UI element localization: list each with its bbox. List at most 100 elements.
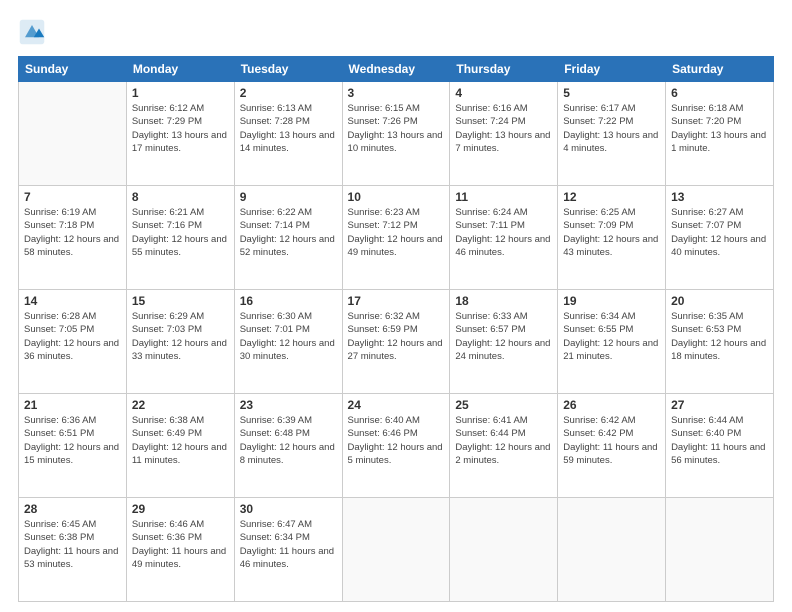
calendar-cell: 26 Sunrise: 6:42 AMSunset: 6:42 PMDayligh…: [558, 394, 666, 498]
calendar-table: SundayMondayTuesdayWednesdayThursdayFrid…: [18, 56, 774, 602]
calendar-cell: 3 Sunrise: 6:15 AMSunset: 7:26 PMDaylight…: [342, 82, 450, 186]
calendar-cell: 24 Sunrise: 6:40 AMSunset: 6:46 PMDayligh…: [342, 394, 450, 498]
calendar-cell: 20Sunrise: 6:35 AMSunset: 6:53 PMDayligh…: [666, 290, 774, 394]
calendar-cell: 13 Sunrise: 6:27 AMSunset: 7:07 PMDayligh…: [666, 186, 774, 290]
day-number: 9: [240, 190, 337, 204]
calendar-cell: [19, 82, 127, 186]
calendar-cell: 30Sunrise: 6:47 AMSunset: 6:34 PMDayligh…: [234, 498, 342, 602]
day-number: 8: [132, 190, 229, 204]
calendar-cell: 22 Sunrise: 6:38 AMSunset: 6:49 PMDayligh…: [126, 394, 234, 498]
day-header-monday: Monday: [126, 57, 234, 82]
day-info: Sunrise: 6:46 AMSunset: 6:36 PMDaylight:…: [132, 518, 229, 571]
week-row-1: 1 Sunrise: 6:12 AMSunset: 7:29 PMDaylight…: [19, 82, 774, 186]
calendar-cell: 18 Sunrise: 6:33 AMSunset: 6:57 PMDayligh…: [450, 290, 558, 394]
day-info: Sunrise: 6:41 AMSunset: 6:44 PMDaylight:…: [455, 414, 552, 467]
day-number: 5: [563, 86, 660, 100]
day-info: Sunrise: 6:25 AMSunset: 7:09 PMDaylight:…: [563, 206, 660, 259]
logo: [18, 18, 50, 46]
calendar-cell: 14Sunrise: 6:28 AMSunset: 7:05 PMDayligh…: [19, 290, 127, 394]
day-info: Sunrise: 6:45 AMSunset: 6:38 PMDaylight:…: [24, 518, 121, 571]
calendar-cell: 9 Sunrise: 6:22 AMSunset: 7:14 PMDaylight…: [234, 186, 342, 290]
day-info: Sunrise: 6:17 AMSunset: 7:22 PMDaylight:…: [563, 102, 660, 155]
day-number: 12: [563, 190, 660, 204]
calendar-cell: [666, 498, 774, 602]
day-number: 18: [455, 294, 552, 308]
calendar-cell: 28Sunrise: 6:45 AMSunset: 6:38 PMDayligh…: [19, 498, 127, 602]
header-row: SundayMondayTuesdayWednesdayThursdayFrid…: [19, 57, 774, 82]
calendar-cell: [558, 498, 666, 602]
day-info: Sunrise: 6:30 AMSunset: 7:01 PMDaylight:…: [240, 310, 337, 363]
day-info: Sunrise: 6:44 AMSunset: 6:40 PMDaylight:…: [671, 414, 768, 467]
day-number: 3: [348, 86, 445, 100]
header: [18, 18, 774, 46]
calendar-cell: 7 Sunrise: 6:19 AMSunset: 7:18 PMDaylight…: [19, 186, 127, 290]
day-number: 11: [455, 190, 552, 204]
day-header-thursday: Thursday: [450, 57, 558, 82]
calendar-cell: 2Sunrise: 6:13 AMSunset: 7:28 PMDaylight…: [234, 82, 342, 186]
calendar-cell: 27 Sunrise: 6:44 AMSunset: 6:40 PMDayligh…: [666, 394, 774, 498]
day-number: 27: [671, 398, 768, 412]
day-number: 10: [348, 190, 445, 204]
day-header-sunday: Sunday: [19, 57, 127, 82]
day-info: Sunrise: 6:36 AMSunset: 6:51 PMDaylight:…: [24, 414, 121, 467]
day-number: 19: [563, 294, 660, 308]
calendar-cell: 15Sunrise: 6:29 AMSunset: 7:03 PMDayligh…: [126, 290, 234, 394]
logo-icon: [18, 18, 46, 46]
day-info: Sunrise: 6:38 AMSunset: 6:49 PMDaylight:…: [132, 414, 229, 467]
day-number: 23: [240, 398, 337, 412]
day-info: Sunrise: 6:34 AMSunset: 6:55 PMDaylight:…: [563, 310, 660, 363]
day-number: 16: [240, 294, 337, 308]
day-header-wednesday: Wednesday: [342, 57, 450, 82]
day-number: 14: [24, 294, 121, 308]
day-number: 13: [671, 190, 768, 204]
day-number: 21: [24, 398, 121, 412]
day-number: 4: [455, 86, 552, 100]
calendar-cell: 29Sunrise: 6:46 AMSunset: 6:36 PMDayligh…: [126, 498, 234, 602]
day-info: Sunrise: 6:22 AMSunset: 7:14 PMDaylight:…: [240, 206, 337, 259]
day-info: Sunrise: 6:33 AMSunset: 6:57 PMDaylight:…: [455, 310, 552, 363]
calendar-cell: 21 Sunrise: 6:36 AMSunset: 6:51 PMDayligh…: [19, 394, 127, 498]
calendar-cell: [342, 498, 450, 602]
day-info: Sunrise: 6:19 AMSunset: 7:18 PMDaylight:…: [24, 206, 121, 259]
day-number: 22: [132, 398, 229, 412]
calendar-cell: 8 Sunrise: 6:21 AMSunset: 7:16 PMDaylight…: [126, 186, 234, 290]
calendar-cell: 12 Sunrise: 6:25 AMSunset: 7:09 PMDayligh…: [558, 186, 666, 290]
day-header-tuesday: Tuesday: [234, 57, 342, 82]
week-row-4: 21 Sunrise: 6:36 AMSunset: 6:51 PMDayligh…: [19, 394, 774, 498]
day-info: Sunrise: 6:42 AMSunset: 6:42 PMDaylight:…: [563, 414, 660, 467]
day-info: Sunrise: 6:32 AMSunset: 6:59 PMDaylight:…: [348, 310, 445, 363]
calendar-cell: [450, 498, 558, 602]
day-info: Sunrise: 6:21 AMSunset: 7:16 PMDaylight:…: [132, 206, 229, 259]
calendar-cell: 10 Sunrise: 6:23 AMSunset: 7:12 PMDayligh…: [342, 186, 450, 290]
calendar-cell: 23 Sunrise: 6:39 AMSunset: 6:48 PMDayligh…: [234, 394, 342, 498]
day-info: Sunrise: 6:23 AMSunset: 7:12 PMDaylight:…: [348, 206, 445, 259]
calendar-cell: 25 Sunrise: 6:41 AMSunset: 6:44 PMDayligh…: [450, 394, 558, 498]
day-header-friday: Friday: [558, 57, 666, 82]
calendar-cell: 16 Sunrise: 6:30 AMSunset: 7:01 PMDayligh…: [234, 290, 342, 394]
day-number: 2: [240, 86, 337, 100]
day-info: Sunrise: 6:29 AMSunset: 7:03 PMDaylight:…: [132, 310, 229, 363]
week-row-5: 28Sunrise: 6:45 AMSunset: 6:38 PMDayligh…: [19, 498, 774, 602]
day-info: Sunrise: 6:15 AMSunset: 7:26 PMDaylight:…: [348, 102, 445, 155]
day-number: 30: [240, 502, 337, 516]
day-number: 7: [24, 190, 121, 204]
week-row-2: 7 Sunrise: 6:19 AMSunset: 7:18 PMDaylight…: [19, 186, 774, 290]
day-number: 25: [455, 398, 552, 412]
calendar-cell: 6 Sunrise: 6:18 AMSunset: 7:20 PMDaylight…: [666, 82, 774, 186]
day-number: 1: [132, 86, 229, 100]
day-info: Sunrise: 6:24 AMSunset: 7:11 PMDaylight:…: [455, 206, 552, 259]
day-info: Sunrise: 6:18 AMSunset: 7:20 PMDaylight:…: [671, 102, 768, 155]
week-row-3: 14Sunrise: 6:28 AMSunset: 7:05 PMDayligh…: [19, 290, 774, 394]
day-number: 20: [671, 294, 768, 308]
day-number: 24: [348, 398, 445, 412]
day-info: Sunrise: 6:16 AMSunset: 7:24 PMDaylight:…: [455, 102, 552, 155]
day-info: Sunrise: 6:39 AMSunset: 6:48 PMDaylight:…: [240, 414, 337, 467]
day-info: Sunrise: 6:12 AMSunset: 7:29 PMDaylight:…: [132, 102, 229, 155]
day-info: Sunrise: 6:40 AMSunset: 6:46 PMDaylight:…: [348, 414, 445, 467]
calendar-cell: 4 Sunrise: 6:16 AMSunset: 7:24 PMDaylight…: [450, 82, 558, 186]
day-number: 26: [563, 398, 660, 412]
day-number: 6: [671, 86, 768, 100]
calendar-cell: 5 Sunrise: 6:17 AMSunset: 7:22 PMDaylight…: [558, 82, 666, 186]
calendar-cell: 17Sunrise: 6:32 AMSunset: 6:59 PMDayligh…: [342, 290, 450, 394]
day-info: Sunrise: 6:27 AMSunset: 7:07 PMDaylight:…: [671, 206, 768, 259]
